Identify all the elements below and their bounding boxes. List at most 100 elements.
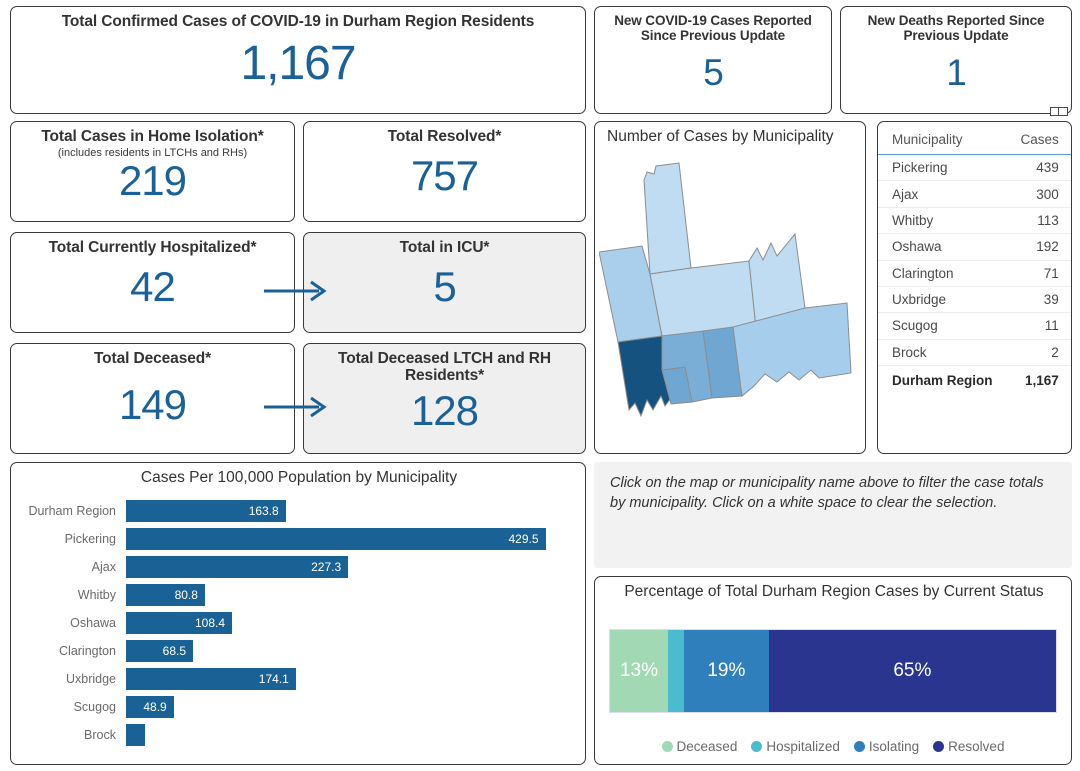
bar[interactable]: 227.3 (126, 556, 349, 578)
status-segment-isolating[interactable]: 19% (684, 630, 769, 712)
bar[interactable]: 68.5 (126, 640, 193, 662)
kpi-currently-hospitalized[interactable]: Total Currently Hospitalized* 42 (10, 232, 295, 333)
table-row[interactable]: Oshawa 192 (878, 233, 1071, 261)
map-panel[interactable]: Number of Cases by Municipality (594, 121, 866, 454)
column-header-municipality[interactable]: Municipality (878, 122, 1007, 155)
bar-category-label: Pickering (64, 532, 116, 546)
kpi-total-confirmed-cases[interactable]: Total Confirmed Cases of COVID-19 in Dur… (10, 6, 586, 114)
cell-cases: 11 (1006, 312, 1071, 340)
kpi-total-resolved-title: Total Resolved* (387, 128, 502, 145)
cases-per-100k-chart-panel[interactable]: Cases Per 100,000 Population by Municipa… (10, 462, 586, 765)
bar-row[interactable]: Clarington 68.5 (11, 637, 585, 665)
legend-dot-icon (853, 741, 865, 752)
cell-municipality: Oshawa (878, 233, 1007, 261)
kpi-home-isolation[interactable]: Total Cases in Home Isolation* (includes… (10, 121, 295, 222)
kpi-new-cases[interactable]: New COVID-19 Cases Reported Since Previo… (594, 6, 832, 114)
legend-dot-icon (933, 741, 945, 752)
cell-municipality: Brock (878, 339, 1007, 367)
cases-per-100k-chart-title: Cases Per 100,000 Population by Municipa… (140, 469, 458, 486)
table-row[interactable]: Whitby 113 (878, 207, 1071, 235)
kpi-new-deaths[interactable]: New Deaths Reported Since Previous Updat… (840, 6, 1072, 114)
bar-row[interactable]: Durham Region 163.8 (11, 497, 585, 525)
bar-value-label: 68.5 (162, 644, 186, 658)
bar[interactable]: 48.9 (126, 696, 174, 718)
bar-category-label: Ajax (91, 560, 116, 574)
bar-value-label: 227.3 (311, 560, 342, 574)
map-panel-title: Number of Cases by Municipality (607, 128, 834, 145)
kpi-deceased-ltch-rh[interactable]: Total Deceased LTCH and RH Residents* 12… (303, 343, 586, 454)
bar[interactable]: 80.8 (126, 584, 205, 606)
municipality-table-panel[interactable]: Municipality Cases Pickering 439 Ajax 30… (877, 121, 1072, 454)
kpi-total-confirmed-title: Total Confirmed Cases of COVID-19 in Dur… (61, 13, 535, 30)
bar-row[interactable]: Brock (11, 721, 585, 749)
instructions-panel: Click on the map or municipality name ab… (594, 462, 1072, 568)
legend-label: Hospitalized (766, 739, 840, 754)
cell-cases: 39 (1006, 286, 1071, 314)
bar-row[interactable]: Oshawa 108.4 (11, 609, 585, 637)
kpi-new-deaths-title: New Deaths Reported Since Previous Updat… (867, 13, 1045, 44)
column-header-cases[interactable]: Cases (1006, 122, 1071, 155)
kpi-total-confirmed-value: 1,167 (240, 37, 356, 91)
cases-per-100k-bars: Durham Region 163.8 Pickering 429.5 Ajax… (11, 497, 585, 756)
bar[interactable]: 174.1 (126, 668, 296, 690)
bar-row[interactable]: Whitby 80.8 (11, 581, 585, 609)
table-row[interactable]: Pickering 439 (878, 154, 1071, 182)
bar-category-label: Durham Region (28, 504, 116, 518)
legend-dot-icon (751, 741, 763, 752)
table-total-row[interactable]: Durham Region 1,167 (878, 365, 1071, 394)
legend-item-deceased[interactable]: Deceased (661, 739, 737, 754)
cell-cases: 2 (1006, 339, 1071, 367)
table-row[interactable]: Brock 2 (878, 339, 1071, 367)
bar[interactable]: 108.4 (126, 612, 233, 634)
cell-total-cases: 1,167 (1006, 365, 1071, 394)
bar-category-label: Whitby (77, 588, 116, 602)
status-percentage-chart-panel[interactable]: Percentage of Total Durham Region Cases … (594, 576, 1072, 765)
bar-value-label: 80.8 (174, 588, 198, 602)
bar[interactable]: 163.8 (126, 500, 286, 522)
bar-category-label: Scugog (73, 700, 116, 714)
cell-cases: 300 (1006, 180, 1071, 208)
cell-cases: 192 (1006, 233, 1071, 261)
bar-row[interactable]: Pickering 429.5 (11, 525, 585, 553)
cell-municipality: Scugog (878, 312, 1007, 340)
kpi-total-in-icu-title: Total in ICU* (399, 239, 490, 256)
kpi-total-in-icu[interactable]: Total in ICU* 5 (303, 232, 586, 333)
map-region-brock[interactable] (643, 162, 692, 275)
kpi-total-resolved[interactable]: Total Resolved* 757 (303, 121, 586, 222)
bar[interactable] (126, 724, 146, 746)
bar[interactable]: 429.5 (126, 528, 546, 550)
status-segment-resolved[interactable]: 65% (768, 630, 1056, 712)
table-row[interactable]: Scugog 11 (878, 312, 1071, 340)
kpi-total-resolved-value: 757 (410, 152, 479, 200)
kpi-total-deceased-value: 149 (118, 381, 187, 429)
table-row[interactable]: Clarington 71 (878, 260, 1071, 287)
bar-row[interactable]: Ajax 227.3 (11, 553, 585, 581)
table-row[interactable]: Uxbridge 39 (878, 286, 1071, 314)
status-segment-hospitalized[interactable] (667, 630, 685, 712)
resize-handle[interactable] (1050, 107, 1068, 116)
bar-row[interactable]: Uxbridge 174.1 (11, 665, 585, 693)
status-segment-deceased[interactable]: 13% (610, 630, 668, 712)
status-percentage-chart-title: Percentage of Total Durham Region Cases … (624, 583, 1044, 600)
legend-item-hospitalized[interactable]: Hospitalized (751, 739, 840, 754)
kpi-deceased-ltch-rh-value: 128 (410, 386, 479, 434)
legend-item-isolating[interactable]: Isolating (853, 739, 920, 754)
legend-item-resolved[interactable]: Resolved (933, 739, 1004, 754)
cell-total-municipality: Durham Region (878, 365, 1007, 394)
durham-region-choropleth-map[interactable] (599, 148, 863, 448)
kpi-total-in-icu-value: 5 (433, 263, 456, 311)
status-stacked-bar: 13% 19% 65% (609, 629, 1057, 713)
kpi-currently-hospitalized-value: 42 (130, 263, 176, 311)
table-row[interactable]: Ajax 300 (878, 180, 1071, 208)
municipality-table[interactable]: Municipality Cases Pickering 439 Ajax 30… (878, 122, 1071, 394)
table-header-row: Municipality Cases (878, 122, 1071, 155)
instructions-text: Click on the map or municipality name ab… (610, 475, 1044, 511)
bar-value-label: 48.9 (143, 700, 167, 714)
cell-municipality: Whitby (878, 207, 1007, 235)
kpi-home-isolation-title: Total Cases in Home Isolation* (41, 128, 264, 145)
kpi-total-deceased[interactable]: Total Deceased* 149 (10, 343, 295, 454)
cell-municipality: Clarington (878, 260, 1007, 287)
bar-row[interactable]: Scugog 48.9 (11, 693, 585, 721)
legend-label: Isolating (868, 739, 920, 754)
legend-label: Resolved (948, 739, 1005, 754)
